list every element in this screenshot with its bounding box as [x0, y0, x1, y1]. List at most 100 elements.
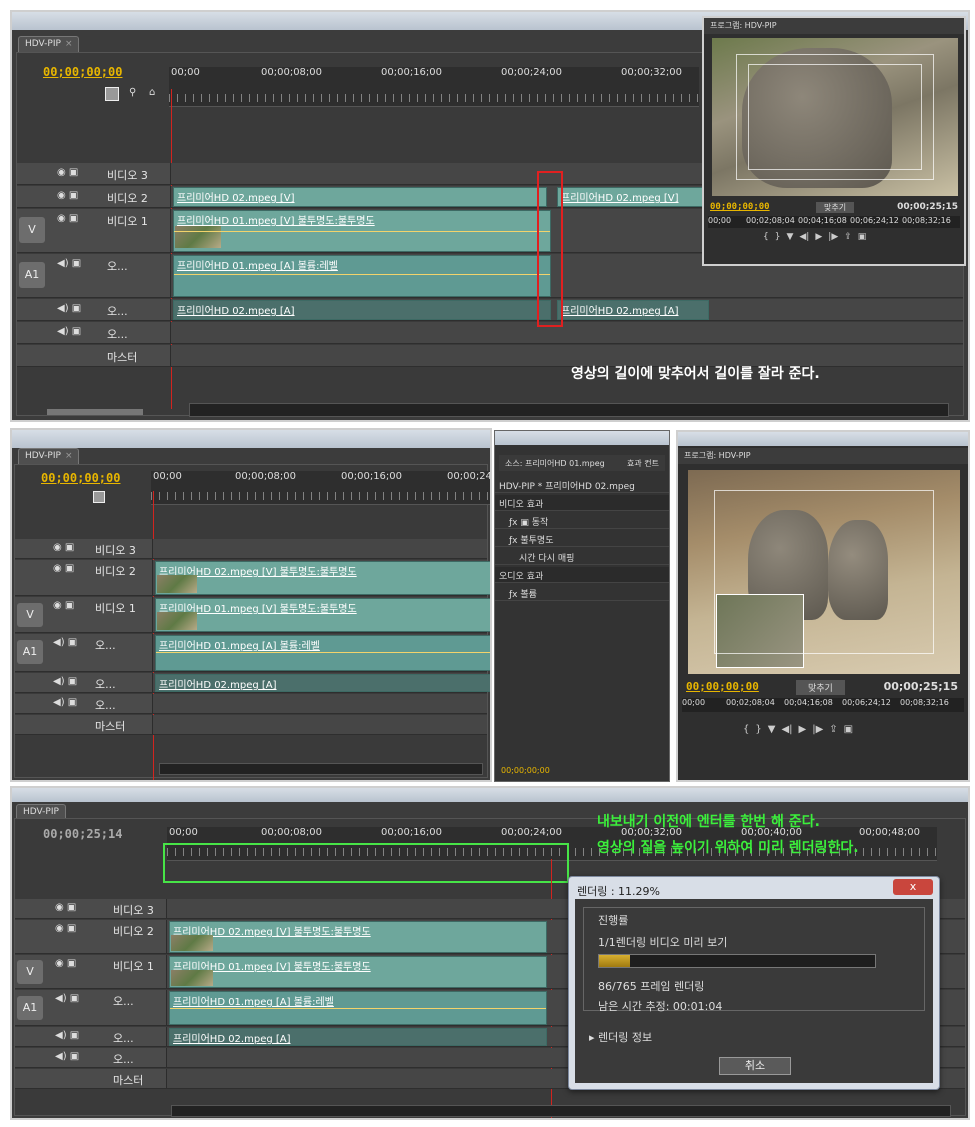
track-name: 오...: [107, 260, 128, 273]
fx-opacity[interactable]: ƒx 불투명도: [495, 531, 669, 547]
track-target-v[interactable]: V: [19, 217, 45, 243]
transport-buttons[interactable]: {} ▼ ◀| ▶ |▶ ⇪ ▣: [740, 724, 856, 735]
set-marker-icon[interactable]: ⌂: [149, 87, 155, 98]
horizontal-scrollbar[interactable]: [189, 403, 949, 417]
safe-margin-icon[interactable]: ▣: [858, 232, 867, 242]
fit-dropdown[interactable]: 맞추기: [816, 202, 855, 213]
render-info-toggle[interactable]: ▸ 렌더링 정보: [589, 1029, 652, 1045]
eye-icon[interactable]: ◉ ▣: [53, 563, 74, 574]
play-icon[interactable]: ▶: [815, 232, 822, 242]
monitor-header: 프로그램: HDV-PIP: [704, 18, 964, 34]
eye-icon[interactable]: ◉ ▣: [57, 190, 78, 201]
horizontal-scrollbar[interactable]: [171, 1105, 951, 1117]
dialog-close-button[interactable]: x: [893, 879, 933, 895]
clip-a2-right[interactable]: 프리미어HD 02.mpeg [A]: [557, 300, 709, 320]
eye-icon[interactable]: ◉ ▣: [57, 167, 78, 178]
speaker-icon[interactable]: ◀) ▣: [55, 1030, 79, 1041]
render-dialog: 렌더링 : 11.29% x 진행률 1/1렌더링 비디오 미리 보기 86/7…: [568, 876, 940, 1090]
clip-v1[interactable]: 프리미어HD 01.mpeg [V] 불투명도:불투명도: [173, 210, 551, 252]
speaker-icon[interactable]: ◀) ▣: [53, 676, 77, 687]
motion-label: 동작: [531, 518, 549, 528]
ruler-tick: 00;04;16;08: [784, 698, 833, 707]
close-icon[interactable]: ×: [65, 451, 73, 461]
step-forward-icon[interactable]: |▶: [828, 232, 838, 242]
tab-effect-controls[interactable]: 효과 컨트: [627, 458, 659, 469]
clip-v2[interactable]: 프리미어HD 02.mpeg [V]: [173, 187, 547, 207]
timecode-display[interactable]: 00;00;00;00: [43, 65, 122, 79]
fx-volume[interactable]: ƒx 볼륨: [495, 585, 669, 601]
speaker-icon[interactable]: ◀) ▣: [57, 303, 81, 314]
fit-dropdown[interactable]: 맞추기: [796, 680, 845, 695]
marker-icon[interactable]: ▼: [768, 724, 776, 735]
step-back-icon[interactable]: ◀|: [799, 232, 809, 242]
step-forward-icon[interactable]: |▶: [812, 724, 823, 735]
safe-margin-icon[interactable]: ▣: [844, 724, 853, 735]
mark-out-icon[interactable]: }: [755, 724, 761, 735]
track-target-v[interactable]: V: [17, 960, 43, 984]
volume-line: [170, 1008, 546, 1009]
clip-a2[interactable]: 프리미어HD 02.mpeg [A]: [173, 300, 551, 320]
lift-icon[interactable]: ⇪: [829, 724, 837, 735]
tab-hdv-pip[interactable]: HDV-PIP ×: [18, 448, 80, 464]
track-target-a1[interactable]: A1: [19, 262, 45, 288]
clip-v1[interactable]: 프리미어HD 01.mpeg [V] 불투명도:불투명도: [155, 598, 490, 632]
speaker-icon[interactable]: ◀) ▣: [55, 993, 79, 1004]
monitor-ruler[interactable]: 00;00 00;02;08;04 00;04;16;08 00;06;24;1…: [682, 698, 964, 712]
clip-v2[interactable]: 프리미어HD 02.mpeg [V] 불투명도:불투명도: [169, 921, 547, 953]
time-ruler[interactable]: 00;00 00;00;08;00 00;00;16;00 00;00;24;0…: [169, 67, 699, 107]
clip-a1[interactable]: 프리미어HD 01.mpeg [A] 볼륨:레벨: [169, 991, 547, 1025]
eye-icon[interactable]: ◉ ▣: [53, 600, 74, 611]
track-target-v[interactable]: V: [17, 603, 43, 627]
speaker-icon[interactable]: ◀) ▣: [53, 697, 77, 708]
clip-v2[interactable]: 프리미어HD 02.mpeg [V] 불투명도:불투명도: [155, 561, 490, 595]
step-back-icon[interactable]: ◀|: [781, 724, 792, 735]
snap-icon[interactable]: [105, 87, 119, 101]
speaker-icon[interactable]: ◀) ▣: [57, 258, 81, 269]
audio-effects-label: 오디오 효과: [499, 572, 544, 582]
eye-icon[interactable]: ◉ ▣: [55, 923, 76, 934]
marker-icon[interactable]: ⚲: [129, 87, 136, 98]
lift-icon[interactable]: ⇪: [844, 232, 852, 242]
marker-icon[interactable]: ▼: [786, 232, 793, 242]
tab-label: HDV-PIP: [25, 39, 61, 49]
track-target-a1[interactable]: A1: [17, 996, 43, 1020]
monitor-tc-in[interactable]: 00;00;00;00: [686, 680, 759, 693]
clip-a1[interactable]: 프리미어HD 01.mpeg [A] 볼륨:레벨: [173, 255, 551, 297]
track-name: 비디오 3: [107, 169, 148, 182]
snap-icon[interactable]: [93, 491, 105, 503]
fx-time-remap[interactable]: 시간 다시 매핑: [495, 549, 669, 565]
eye-icon[interactable]: ◉ ▣: [57, 213, 78, 224]
ruler-tick: 00;02;08;04: [746, 216, 795, 225]
timecode-display[interactable]: 00;00;25;14: [43, 827, 122, 841]
clip-a2[interactable]: 프리미어HD 02.mpeg [A]: [155, 674, 490, 692]
speaker-icon[interactable]: ◀) ▣: [55, 1051, 79, 1062]
horizontal-scrollbar[interactable]: [159, 763, 483, 775]
track-target-a1[interactable]: A1: [17, 640, 43, 664]
monitor-tc-in[interactable]: 00;00;00;00: [710, 202, 770, 212]
clip-label: 프리미어HD 02.mpeg [A]: [177, 306, 295, 317]
fx-motion[interactable]: ƒx ▣ 동작: [495, 513, 669, 529]
eye-icon[interactable]: ◉ ▣: [53, 542, 74, 553]
clip-v1[interactable]: 프리미어HD 01.mpeg [V] 불투명도:불투명도: [169, 956, 547, 988]
monitor-ruler[interactable]: 00;00 00;02;08;04 00;04;16;08 00;06;24;1…: [708, 216, 960, 228]
tab-hdv-pip[interactable]: HDV-PIP ×: [18, 36, 80, 52]
speaker-icon[interactable]: ◀) ▣: [57, 326, 81, 337]
clip-a2[interactable]: 프리미어HD 02.mpeg [A]: [169, 1028, 547, 1046]
mark-in-icon[interactable]: {: [743, 724, 749, 735]
eye-icon[interactable]: ◉ ▣: [55, 958, 76, 969]
speaker-icon[interactable]: ◀) ▣: [53, 637, 77, 648]
clip-v2-right[interactable]: 프리미어HD 02.mpeg [V]: [557, 187, 709, 207]
eye-icon[interactable]: ◉ ▣: [55, 902, 76, 913]
transport-buttons[interactable]: {} ▼ ◀| ▶ |▶ ⇪ ▣: [760, 232, 869, 242]
play-icon[interactable]: ▶: [799, 724, 807, 735]
mark-out-icon[interactable]: }: [775, 232, 781, 242]
close-icon[interactable]: ×: [65, 39, 73, 49]
track-name: 비디오 1: [107, 215, 148, 228]
tab-source[interactable]: 소스: 프리미어HD 01.mpeg: [505, 458, 605, 469]
zoom-slider[interactable]: [47, 409, 143, 415]
time-ruler[interactable]: 00;00 00;00;08;00 00;00;16;00 00;00;24;0…: [151, 471, 490, 505]
cancel-button[interactable]: 취소: [719, 1057, 791, 1075]
mark-in-icon[interactable]: {: [763, 232, 769, 242]
clip-a1[interactable]: 프리미어HD 01.mpeg [A] 볼륨:레벨: [155, 635, 490, 671]
timecode-display[interactable]: 00;00;00;00: [41, 471, 120, 485]
